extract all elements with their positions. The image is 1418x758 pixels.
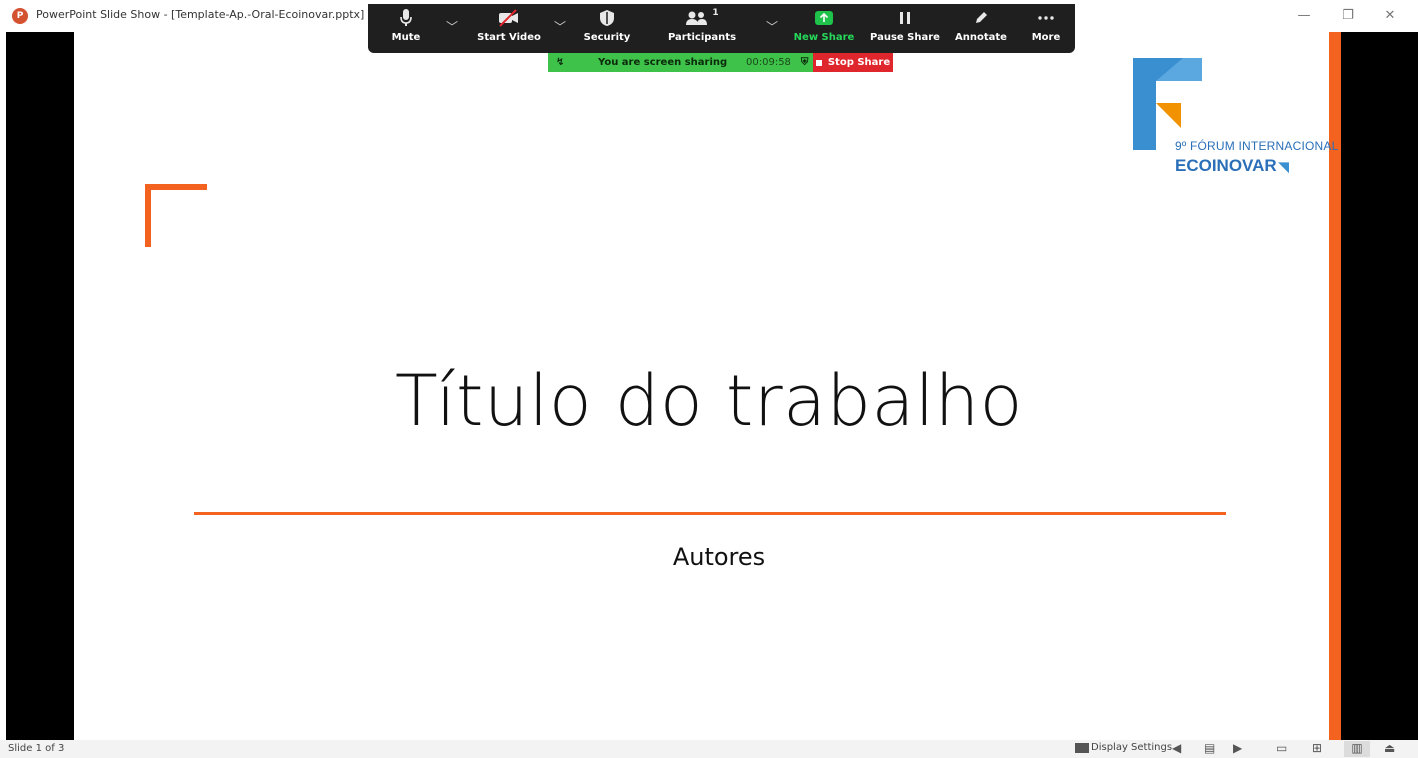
logo-brand-name: ECOINOVAR (1175, 156, 1277, 175)
video-options-chevron-icon[interactable]: ﹀ (554, 18, 566, 35)
slide-counter: Slide 1 of 3 (8, 743, 65, 754)
mute-label: Mute (391, 32, 421, 43)
more-label: More (1031, 32, 1061, 43)
participants-count: 1 (712, 8, 719, 18)
more-button[interactable]: More (1028, 4, 1064, 53)
annotate-button[interactable]: Annotate (954, 4, 1008, 53)
slide-authors: Autores (672, 543, 766, 571)
slide-show-view-icon[interactable]: ⏏ (1384, 741, 1395, 755)
powerpoint-app-icon: P (12, 8, 28, 24)
slide-menu-icon[interactable]: ▤ (1204, 741, 1215, 755)
participants-button[interactable]: 1 Participants (662, 4, 742, 53)
display-settings-button[interactable]: Display Settings (1075, 742, 1172, 753)
mute-options-chevron-icon[interactable]: ﹀ (446, 18, 458, 35)
title-divider (194, 512, 1226, 515)
participants-options-chevron-icon[interactable]: ﹀ (766, 18, 778, 35)
pause-icon (898, 4, 912, 32)
logo-orange-triangle (1156, 103, 1181, 128)
stop-share-label: Stop Share (827, 57, 891, 68)
drag-handle-icon[interactable]: ↯ (556, 57, 576, 68)
slide-sorter-icon[interactable]: ⊞ (1312, 741, 1322, 755)
restore-button[interactable]: ❐ (1330, 4, 1366, 26)
minimize-button[interactable]: — (1286, 4, 1322, 26)
new-share-label: New Share (793, 32, 855, 43)
participants-label: Participants (667, 32, 737, 43)
display-settings-label: Display Settings (1091, 742, 1173, 753)
screen-sharing-banner[interactable]: ↯ You are screen sharing 00:09:58 ⛨ (548, 53, 813, 72)
slide-title: Título do trabalho (395, 360, 1023, 442)
annotate-label: Annotate (955, 32, 1007, 43)
mute-button[interactable]: Mute (388, 4, 424, 53)
share-arrow-icon (814, 4, 834, 32)
screen-sharing-message: You are screen sharing (598, 57, 728, 68)
logo-line2: ECOINOVAR ◥ (1175, 156, 1289, 176)
normal-view-icon[interactable]: ▭ (1276, 741, 1287, 755)
sharing-timer: 00:09:58 (746, 57, 791, 68)
logo-line1: 9º FÓRUM INTERNACIONAL (1175, 139, 1339, 153)
slideshow-status-bar: Slide 1 of 3 Display Settings ◀ ▤ ▶ ▭ ⊞ … (0, 740, 1418, 758)
orange-corner-bracket (145, 184, 207, 247)
monitor-icon (1075, 742, 1089, 753)
pause-share-button[interactable]: Pause Share (870, 4, 940, 53)
pause-share-label: Pause Share (870, 32, 940, 43)
reading-view-icon[interactable]: ▥ (1344, 741, 1370, 757)
window-title: PowerPoint Slide Show - [Template-Ap.-Or… (36, 8, 366, 21)
security-button[interactable]: Security (582, 4, 632, 53)
previous-slide-icon[interactable]: ◀ (1172, 741, 1181, 755)
logo-arrow-icon: ◥ (1278, 159, 1289, 174)
shield-icon (599, 4, 615, 32)
microphone-icon (399, 4, 413, 32)
logo-blue-stem (1133, 58, 1156, 150)
security-label: Security (583, 32, 631, 43)
next-slide-icon[interactable]: ▶ (1233, 741, 1242, 755)
zoom-share-toolbar: Mute ﹀ Start Video ﹀ Security 1 Particip… (368, 4, 1075, 53)
start-video-button[interactable]: Start Video (476, 4, 542, 53)
start-video-label: Start Video (477, 32, 541, 43)
video-off-icon (498, 4, 520, 32)
ellipsis-icon (1037, 4, 1055, 32)
participants-icon: 1 (685, 4, 719, 32)
stop-square-icon (815, 59, 822, 66)
new-share-button[interactable]: New Share (793, 4, 855, 53)
close-button[interactable]: ✕ (1372, 4, 1408, 26)
secure-shield-icon: ⛨ (800, 57, 809, 68)
pencil-icon (973, 4, 989, 32)
stop-share-button[interactable]: Stop Share (813, 53, 893, 72)
